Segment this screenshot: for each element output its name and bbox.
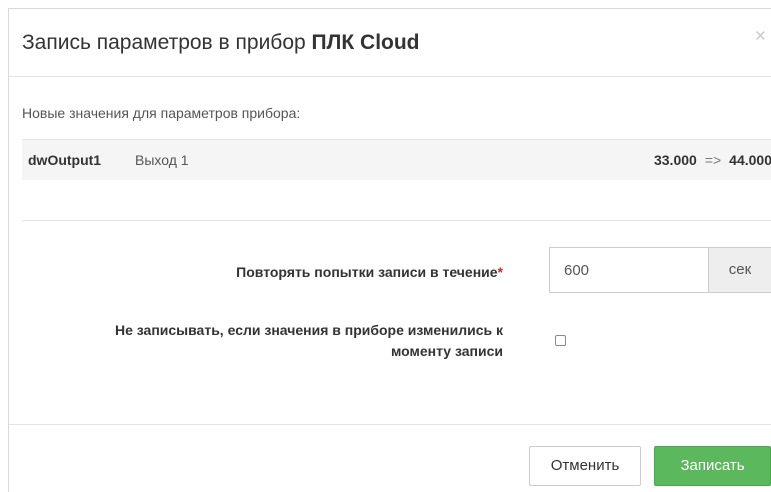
retry-duration-label-text: Повторять попытки записи в течение [236, 264, 498, 280]
retry-duration-input[interactable] [549, 247, 709, 293]
write-parameters-dialog: Запись параметров в прибор ПЛК Cloud × Н… [8, 8, 771, 492]
new-value: 44.000 [729, 152, 771, 168]
retry-duration-label: Повторять попытки записи в течение* [236, 262, 503, 283]
old-value: 33.000 [653, 152, 697, 168]
retry-duration-input-group: сек [549, 247, 771, 293]
dialog-title: Запись параметров в прибор ПЛК Cloud [22, 28, 420, 58]
arrow-text: => [704, 152, 722, 168]
cancel-button[interactable]: Отменить [529, 446, 641, 486]
parameter-values: 33.000 => 44.000 [654, 152, 771, 168]
retry-unit-addon: сек [708, 247, 771, 293]
parameter-description: Выход 1 [135, 152, 189, 168]
required-mark: * [497, 264, 503, 280]
footer-divider [9, 424, 771, 425]
parameter-name: dwOutput1 [28, 152, 102, 168]
parameters-subtitle: Новые значения для параметров прибора: [22, 105, 301, 121]
close-icon[interactable]: × [755, 27, 766, 47]
dialog-title-prefix: Запись параметров в прибор [22, 31, 306, 54]
dialog-header: Запись параметров в прибор ПЛК Cloud × [9, 9, 771, 77]
section-divider [22, 220, 771, 221]
parameter-row: dwOutput1 Выход 1 33.000 => 44.000 [22, 139, 771, 180]
no-write-if-changed-label: Не записывать, если значения в приборе и… [114, 322, 503, 359]
device-name: ПЛК Cloud [311, 31, 420, 54]
no-write-if-changed-checkbox[interactable] [555, 335, 566, 346]
save-button[interactable]: Записать [654, 446, 771, 486]
